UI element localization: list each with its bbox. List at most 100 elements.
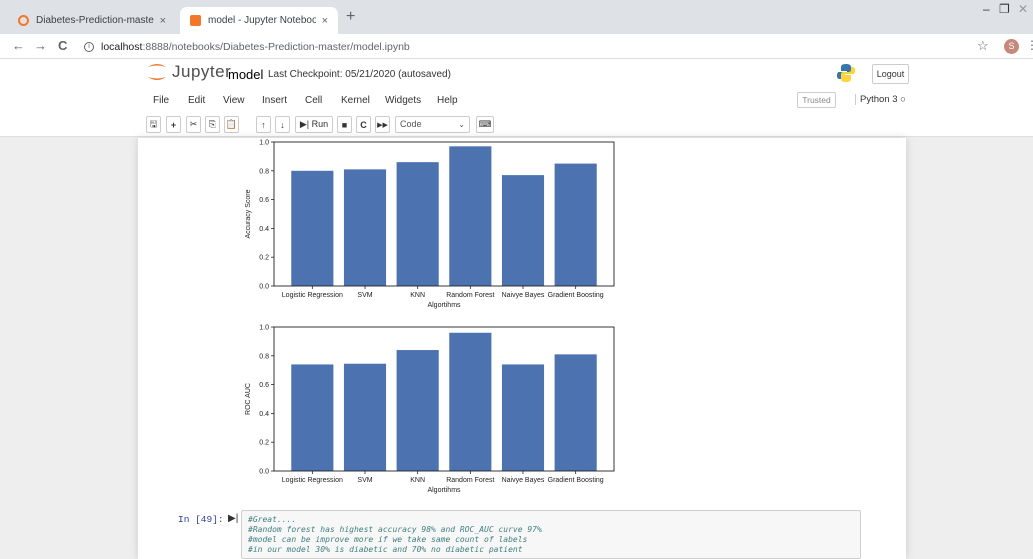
tab-diabetes-prediction[interactable]: Diabetes-Prediction-master/ ×: [8, 7, 176, 34]
add-cell-icon[interactable]: +: [166, 116, 181, 133]
x-tick-label: Gradient Boosting: [548, 477, 604, 484]
restart-icon[interactable]: C: [356, 116, 371, 133]
copy-icon[interactable]: ⎘: [205, 116, 220, 133]
bookmark-star-icon[interactable]: ☆: [977, 38, 989, 54]
menu-view[interactable]: View: [223, 95, 245, 106]
y-tick-label: 1.0: [259, 140, 269, 147]
x-tick-label: Logistic Regression: [282, 292, 343, 299]
bar: [501, 364, 545, 471]
chevron-down-icon: ⌄: [458, 120, 465, 129]
jupyter-logo-text: Jupyter: [172, 62, 232, 81]
menubar: File Edit View Insert Cell Kernel Widget…: [0, 89, 1033, 112]
tab-title: Diabetes-Prediction-master/: [36, 15, 154, 26]
kernel-indicator: Python 3 ○: [855, 94, 906, 105]
info-icon[interactable]: i: [84, 41, 94, 52]
minimize-icon[interactable]: –: [983, 2, 990, 16]
menu-cell[interactable]: Cell: [305, 95, 322, 106]
new-tab-button[interactable]: +: [346, 8, 355, 26]
url-path: :8888/notebooks/Diabetes-Prediction-mast…: [142, 40, 410, 53]
y-tick-label: 1.0: [259, 325, 269, 332]
x-tick-label: Logistic Regression: [282, 477, 343, 484]
code-line: #Random forest has highest accuracy 98% …: [248, 525, 542, 534]
x-tick-label: KNN: [410, 292, 425, 299]
run-button[interactable]: ▶| Run: [295, 116, 333, 133]
run-indicator-icon[interactable]: ▶|: [228, 513, 238, 524]
restart-run-all-icon[interactable]: ▶▶: [375, 116, 390, 133]
y-axis-label: ROC AUC: [245, 383, 252, 415]
paste-icon[interactable]: 📋: [224, 116, 239, 133]
checkpoint-status: Last Checkpoint: 05/21/2020 (autosaved): [268, 69, 451, 80]
x-axis-label: Algortihms: [427, 487, 461, 494]
move-down-icon[interactable]: ↓: [275, 116, 290, 133]
menu-kernel[interactable]: Kernel: [341, 95, 370, 106]
bar: [291, 170, 334, 286]
x-tick-label: Gradient Boosting: [548, 292, 604, 299]
x-tick-label: Random Forest: [446, 477, 494, 484]
menu-edit[interactable]: Edit: [188, 95, 205, 106]
notebook-page: Logistic Regression SVM KNN Random Forest Na…: [138, 138, 906, 559]
y-tick-label: 0.0: [259, 469, 269, 476]
x-tick-label: Random Forest: [446, 292, 494, 299]
bar: [501, 175, 545, 286]
python-logo-icon: [837, 64, 855, 82]
cell-type-value: Code: [400, 119, 422, 129]
code-line: #model can be improve more if we take sa…: [248, 535, 528, 544]
bar: [554, 163, 597, 286]
jupyter-favicon-icon: [18, 15, 29, 26]
back-icon[interactable]: ←: [12, 38, 25, 53]
url-host: localhost: [101, 40, 143, 53]
x-tick-label: Naivye Bayes: [502, 477, 545, 484]
bar: [343, 363, 387, 471]
y-tick-label: 0.2: [259, 255, 269, 262]
x-tick-label: SVM: [357, 292, 372, 299]
notebook-toolbar: 🖫 + ✂ ⎘ 📋 ↑ ↓ ▶| Run ■ C ▶▶ Code ⌄ ⌨: [0, 112, 1033, 137]
menu-widgets[interactable]: Widgets: [385, 95, 421, 106]
browser-menu-icon[interactable]: ⋮: [1026, 38, 1033, 52]
output-charts: Logistic Regression SVM KNN Random Forest Na…: [245, 140, 615, 494]
bar: [449, 146, 492, 286]
code-line: #in our model 30% is diabetic and 70% no…: [248, 545, 523, 554]
y-tick-label: 0.8: [259, 353, 269, 360]
cell-type-select[interactable]: Code ⌄: [395, 116, 470, 133]
reload-icon[interactable]: C: [58, 38, 67, 53]
logout-button[interactable]: Logout: [872, 64, 909, 84]
address-bar: ← → C i localhost:8888/notebooks/Diabete…: [0, 34, 1033, 59]
url-input[interactable]: i localhost:8888/notebooks/Diabetes-Pred…: [84, 37, 964, 56]
tab-title: model - Jupyter Notebook: [208, 15, 316, 26]
x-tick-label: KNN: [410, 477, 425, 484]
menu-insert[interactable]: Insert: [262, 95, 287, 106]
menu-help[interactable]: Help: [437, 95, 458, 106]
cut-icon[interactable]: ✂: [186, 116, 201, 133]
notebook-name[interactable]: model: [228, 67, 263, 82]
trusted-badge[interactable]: Trusted: [797, 92, 836, 108]
code-cell-input[interactable]: #Great.... #Random forest has highest ac…: [241, 510, 861, 559]
profile-avatar[interactable]: S: [1004, 39, 1019, 54]
menu-file[interactable]: File: [153, 95, 169, 106]
bar: [449, 332, 492, 471]
move-up-icon[interactable]: ↑: [256, 116, 271, 133]
save-icon[interactable]: 🖫: [146, 116, 161, 133]
tab-close-icon[interactable]: ×: [160, 15, 166, 27]
y-tick-label: 0.6: [259, 382, 269, 389]
y-tick-label: 0.4: [259, 411, 269, 418]
y-tick-label: 0.0: [259, 284, 269, 291]
notebook-favicon-icon: [190, 15, 201, 26]
browser-tab-strip: Diabetes-Prediction-master/ × model - Ju…: [0, 0, 1033, 34]
keyboard-icon[interactable]: ⌨: [476, 116, 494, 133]
y-axis-label: Accuracy Score: [245, 189, 252, 238]
close-window-icon[interactable]: ✕: [1018, 2, 1028, 16]
jupyter-header: Jupyter model Last Checkpoint: 05/21/202…: [0, 59, 1033, 89]
jupyter-logo-icon: [148, 64, 166, 80]
stop-icon[interactable]: ■: [337, 116, 352, 133]
tab-model-notebook[interactable]: model - Jupyter Notebook ×: [180, 7, 338, 34]
forward-icon[interactable]: →: [34, 38, 47, 53]
y-tick-label: 0.6: [259, 197, 269, 204]
restore-icon[interactable]: ❐: [999, 2, 1010, 16]
x-tick-label: Naivye Bayes: [502, 292, 545, 299]
tab-close-icon[interactable]: ×: [322, 15, 328, 27]
cell-prompt: In [49]:: [178, 514, 224, 525]
code-line: #Great....: [248, 515, 297, 524]
bar: [343, 169, 387, 286]
jupyter-logo[interactable]: Jupyter: [146, 62, 231, 82]
y-tick-label: 0.8: [259, 168, 269, 175]
